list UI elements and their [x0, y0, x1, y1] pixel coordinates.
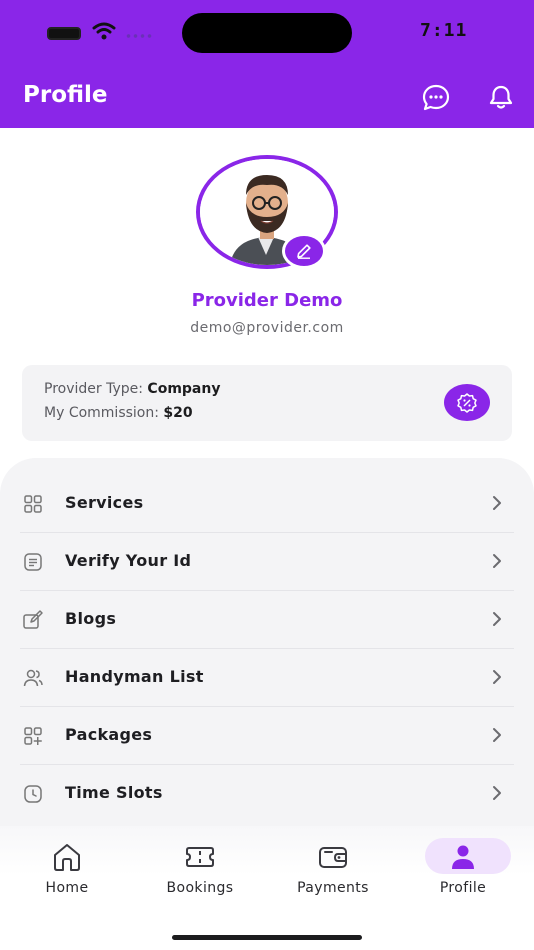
battery-icon	[47, 27, 81, 40]
menu-item-time-slots[interactable]: Time Slots	[20, 765, 514, 823]
menu-item-verify-id[interactable]: Verify Your Id	[20, 533, 514, 591]
commission-label: My Commission:	[44, 405, 164, 421]
chevron-right-icon	[493, 554, 501, 568]
provider-type-label: Provider Type:	[44, 381, 148, 397]
signal-dots	[125, 34, 153, 38]
settings-menu: Services Verify Your Id Blogs Handyman L…	[0, 458, 534, 858]
chevron-right-icon	[493, 496, 501, 510]
nav-payments[interactable]: Payments	[283, 836, 383, 906]
provider-info-card: Provider Type: Company My Commission: $2…	[22, 365, 512, 441]
commission-badge-button[interactable]	[444, 384, 490, 421]
profile-email: demo@provider.com	[190, 320, 344, 336]
menu-label: Time Slots	[65, 783, 163, 802]
grid-icon	[24, 495, 42, 513]
profile-name: Provider Demo	[191, 290, 343, 311]
nav-profile[interactable]: Profile	[413, 836, 513, 906]
menu-item-services[interactable]: Services	[20, 475, 514, 533]
nav-label: Home	[45, 880, 89, 896]
menu-item-handyman-list[interactable]: Handyman List	[20, 649, 514, 707]
page-title: Profile	[23, 82, 108, 108]
discount-badge-icon	[457, 392, 477, 413]
nav-label: Profile	[439, 880, 487, 896]
chat-icon[interactable]	[421, 83, 451, 113]
home-indicator	[172, 935, 362, 940]
menu-label: Verify Your Id	[65, 551, 192, 570]
provider-type-row: Provider Type: Company	[44, 381, 220, 397]
chevron-right-icon	[493, 728, 501, 742]
pencil-icon	[297, 244, 311, 259]
wallet-icon	[319, 847, 347, 868]
menu-label: Handyman List	[65, 667, 204, 686]
menu-item-packages[interactable]: Packages	[20, 707, 514, 765]
home-icon	[54, 844, 80, 871]
chevron-right-icon	[493, 612, 501, 626]
bell-icon[interactable]	[486, 83, 516, 113]
provider-type-value: Company	[147, 381, 221, 397]
chevron-right-icon	[493, 786, 501, 800]
chevron-right-icon	[493, 670, 501, 684]
app-bar: Profile	[0, 66, 534, 128]
nav-label: Bookings	[166, 880, 234, 896]
ticket-icon	[186, 847, 214, 867]
commission-row: My Commission: $20	[44, 405, 193, 421]
status-bar: 7:11	[0, 0, 534, 66]
status-time: 7:11	[420, 20, 468, 41]
person-icon	[452, 845, 474, 869]
profile-avatar	[196, 155, 338, 269]
bottom-navigation: Home Bookings Payments Profile	[0, 826, 534, 950]
document-icon	[24, 553, 42, 571]
commission-value: $20	[163, 405, 193, 421]
blog-edit-icon	[23, 610, 43, 629]
dynamic-island	[182, 13, 352, 53]
nav-label: Payments	[297, 880, 369, 896]
nav-home[interactable]: Home	[17, 836, 117, 906]
menu-label: Blogs	[65, 609, 117, 628]
menu-label: Services	[65, 493, 144, 512]
users-icon	[23, 669, 43, 687]
packages-icon	[24, 727, 42, 745]
menu-label: Packages	[65, 725, 153, 744]
clock-icon	[24, 785, 42, 803]
menu-item-blogs[interactable]: Blogs	[20, 591, 514, 649]
edit-profile-button[interactable]	[282, 233, 326, 269]
nav-bookings[interactable]: Bookings	[150, 836, 250, 906]
wifi-icon	[92, 22, 116, 40]
